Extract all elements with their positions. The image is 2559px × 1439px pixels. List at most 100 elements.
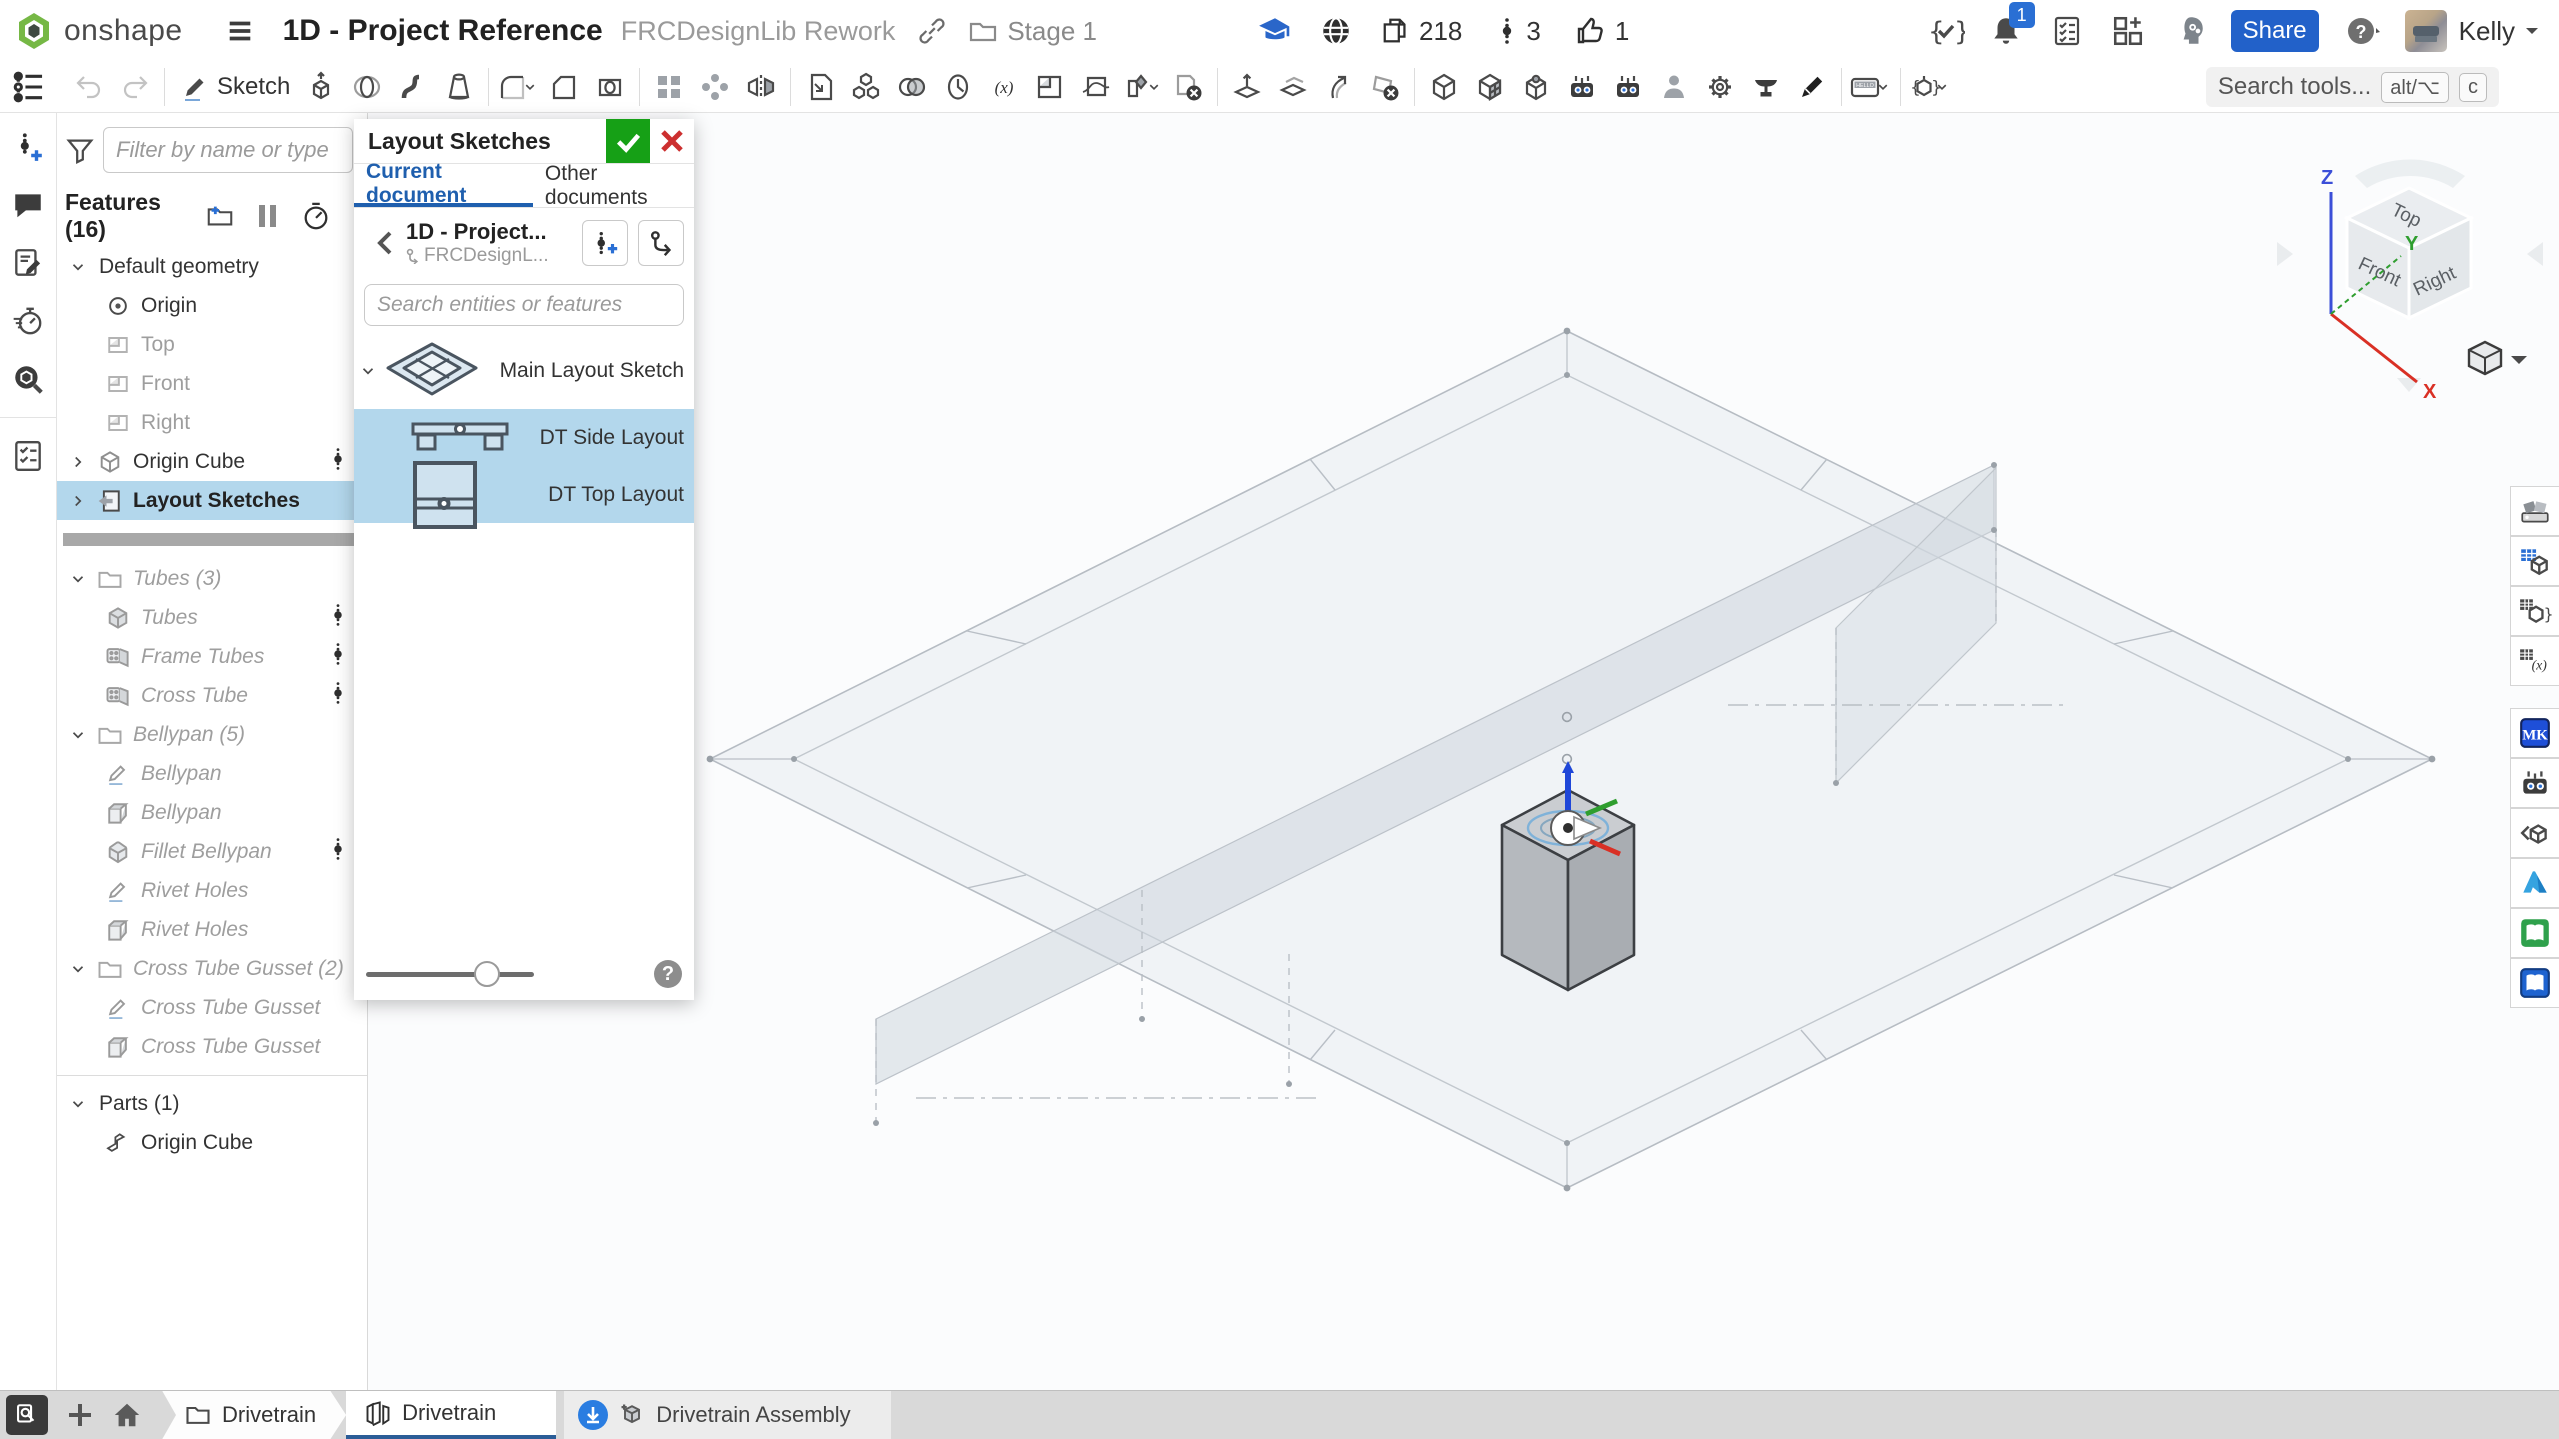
likes-count[interactable]: 1 [1575,15,1629,47]
insert-new-item-button[interactable] [8,127,48,167]
rollback-bar-handle[interactable] [63,533,363,546]
view-cube[interactable]: Top Front Right Z X Y [2259,150,2559,410]
transform-button[interactable] [1224,65,1270,109]
custom-features-button[interactable]: {} [1907,65,1953,109]
tab-drivetrain-partstudio[interactable]: Drivetrain [346,1391,556,1439]
appearance-panel-button[interactable] [2510,486,2559,536]
chevron-down-icon[interactable] [69,258,87,276]
dialog-doc-name[interactable]: 1D - Project... [406,219,549,244]
feature-row-origin-cube[interactable]: Origin Cube [57,1123,367,1162]
sheet-metal-button[interactable] [1467,65,1513,109]
confirm-button[interactable] [606,119,650,163]
apps-grid-icon[interactable] [2111,14,2145,48]
dialog-help-button[interactable]: ? [654,960,682,988]
update-available-icon[interactable] [578,1400,608,1430]
drag-handle-icon[interactable] [325,680,351,706]
thumbnail-size-slider[interactable] [366,972,534,977]
chevron-down-icon[interactable] [69,960,87,978]
user-menu-caret-icon[interactable] [2523,22,2541,40]
feature-row-frame-tubes[interactable]: Frame Tubes [57,637,367,676]
feature-row-cross-tube[interactable]: Cross Tube [57,676,367,715]
feature-row-origin[interactable]: Origin [57,286,367,325]
chevron-down-icon[interactable] [69,1095,87,1113]
performance-button[interactable] [8,301,48,341]
home-tab-button[interactable] [112,1400,142,1430]
offset-surface-button[interactable] [1270,65,1316,109]
feature-row-tubes[interactable]: Tubes [57,598,367,637]
drag-handle-icon[interactable] [325,836,351,862]
version-label[interactable]: Stage 1 [1007,16,1097,47]
caret-down-icon[interactable] [520,77,540,97]
custom-tables-button[interactable]: } [2510,586,2559,636]
user-name[interactable]: Kelly [2459,16,2515,47]
feature-list-icon[interactable] [10,68,48,106]
feature-row-layout-sketches[interactable]: Layout Sketches [57,481,367,520]
feature-row-origin-cube[interactable]: Origin Cube [57,442,367,481]
frame-button[interactable] [1513,65,1559,109]
chevron-right-icon[interactable] [69,492,87,510]
regen-timer-icon[interactable] [301,201,331,231]
feature-row-bellypan[interactable]: Bellypan [57,793,367,832]
loft-button[interactable] [436,65,482,109]
delete-face-button[interactable] [1362,65,1408,109]
blue-library-button[interactable] [2510,958,2559,1008]
tab-manager-button[interactable] [6,1395,48,1435]
linear-pattern-button[interactable] [646,65,692,109]
mkcad-library-button[interactable]: MK [2510,708,2559,758]
chevron-right-icon[interactable] [69,453,87,471]
azure-panel-button[interactable] [2510,858,2559,908]
onshape-logo[interactable]: onshape [14,11,183,51]
circular-pattern-button[interactable] [692,65,738,109]
tab-drivetrain-assembly[interactable]: Drivetrain Assembly [564,1391,890,1439]
caret-down-icon[interactable] [1873,77,1893,97]
filter-funnel-icon[interactable] [65,135,95,165]
undo-button[interactable] [66,65,112,109]
chevron-down-icon[interactable] [69,726,87,744]
hole-button[interactable] [587,65,633,109]
workspace-folder-icon[interactable] [967,15,999,47]
sweep-button[interactable] [390,65,436,109]
drag-handle-icon[interactable] [325,641,351,667]
fillet-button[interactable] [495,65,541,109]
version-graph-button[interactable] [638,220,684,266]
feature-row-cross-tube-gusset-2-[interactable]: Cross Tube Gusset (2) [57,949,367,988]
learning-center-icon[interactable] [2173,14,2207,48]
chamfer-button[interactable] [541,65,587,109]
feature-row-top[interactable]: Top [57,325,367,364]
filter-input[interactable] [103,127,353,173]
feature-row-bellypan-5-[interactable]: Bellypan (5) [57,715,367,754]
chevron-down-icon[interactable] [359,362,377,380]
part-studio-button[interactable] [1421,65,1467,109]
feature-row-cross-tube-gusset[interactable]: Cross Tube Gusset [57,1027,367,1066]
copies-count[interactable]: 218 [1381,16,1462,47]
chevron-down-icon[interactable] [69,570,87,588]
derived-button[interactable] [797,65,843,109]
code-cube-button[interactable] [2510,808,2559,858]
help-menu[interactable]: ? [2345,13,2381,49]
feature-row-front[interactable]: Front [57,364,367,403]
caret-down-icon[interactable] [1932,77,1952,97]
share-button[interactable]: Share [2231,10,2319,52]
variables-table-button[interactable]: (x) [2510,636,2559,686]
dialog-tab-current-document[interactable]: Current document [354,164,533,207]
notifications-bell[interactable]: 1 [1989,14,2023,48]
frc-feature-b-button[interactable] [1605,65,1651,109]
delete-part-button[interactable] [1165,65,1211,109]
mirror-button[interactable] [738,65,784,109]
revolve-button[interactable] [344,65,390,109]
helix-button[interactable] [935,65,981,109]
sketch-row-dt-side-layout[interactable]: DT Side Layout [354,409,694,466]
folder-tab-drivetrain[interactable]: Drivetrain [162,1391,346,1439]
public-globe-icon[interactable] [1319,14,1353,48]
document-title[interactable]: 1D - Project Reference [283,14,603,48]
avatar[interactable] [2405,10,2447,52]
cancel-button[interactable] [650,119,694,163]
toolbar-search[interactable]: Search tools... alt/⌥ c [2206,67,2499,107]
feature-row-cross-tube-gusset[interactable]: Cross Tube Gusset [57,988,367,1027]
new-folder-icon[interactable] [205,201,235,231]
configurations-button[interactable] [2510,536,2559,586]
caret-down-icon[interactable] [1144,77,1164,97]
feature-row-default-geometry[interactable]: Default geometry [57,247,367,286]
feature-row-bellypan[interactable]: Bellypan [57,754,367,793]
menu-icon[interactable] [225,16,255,46]
